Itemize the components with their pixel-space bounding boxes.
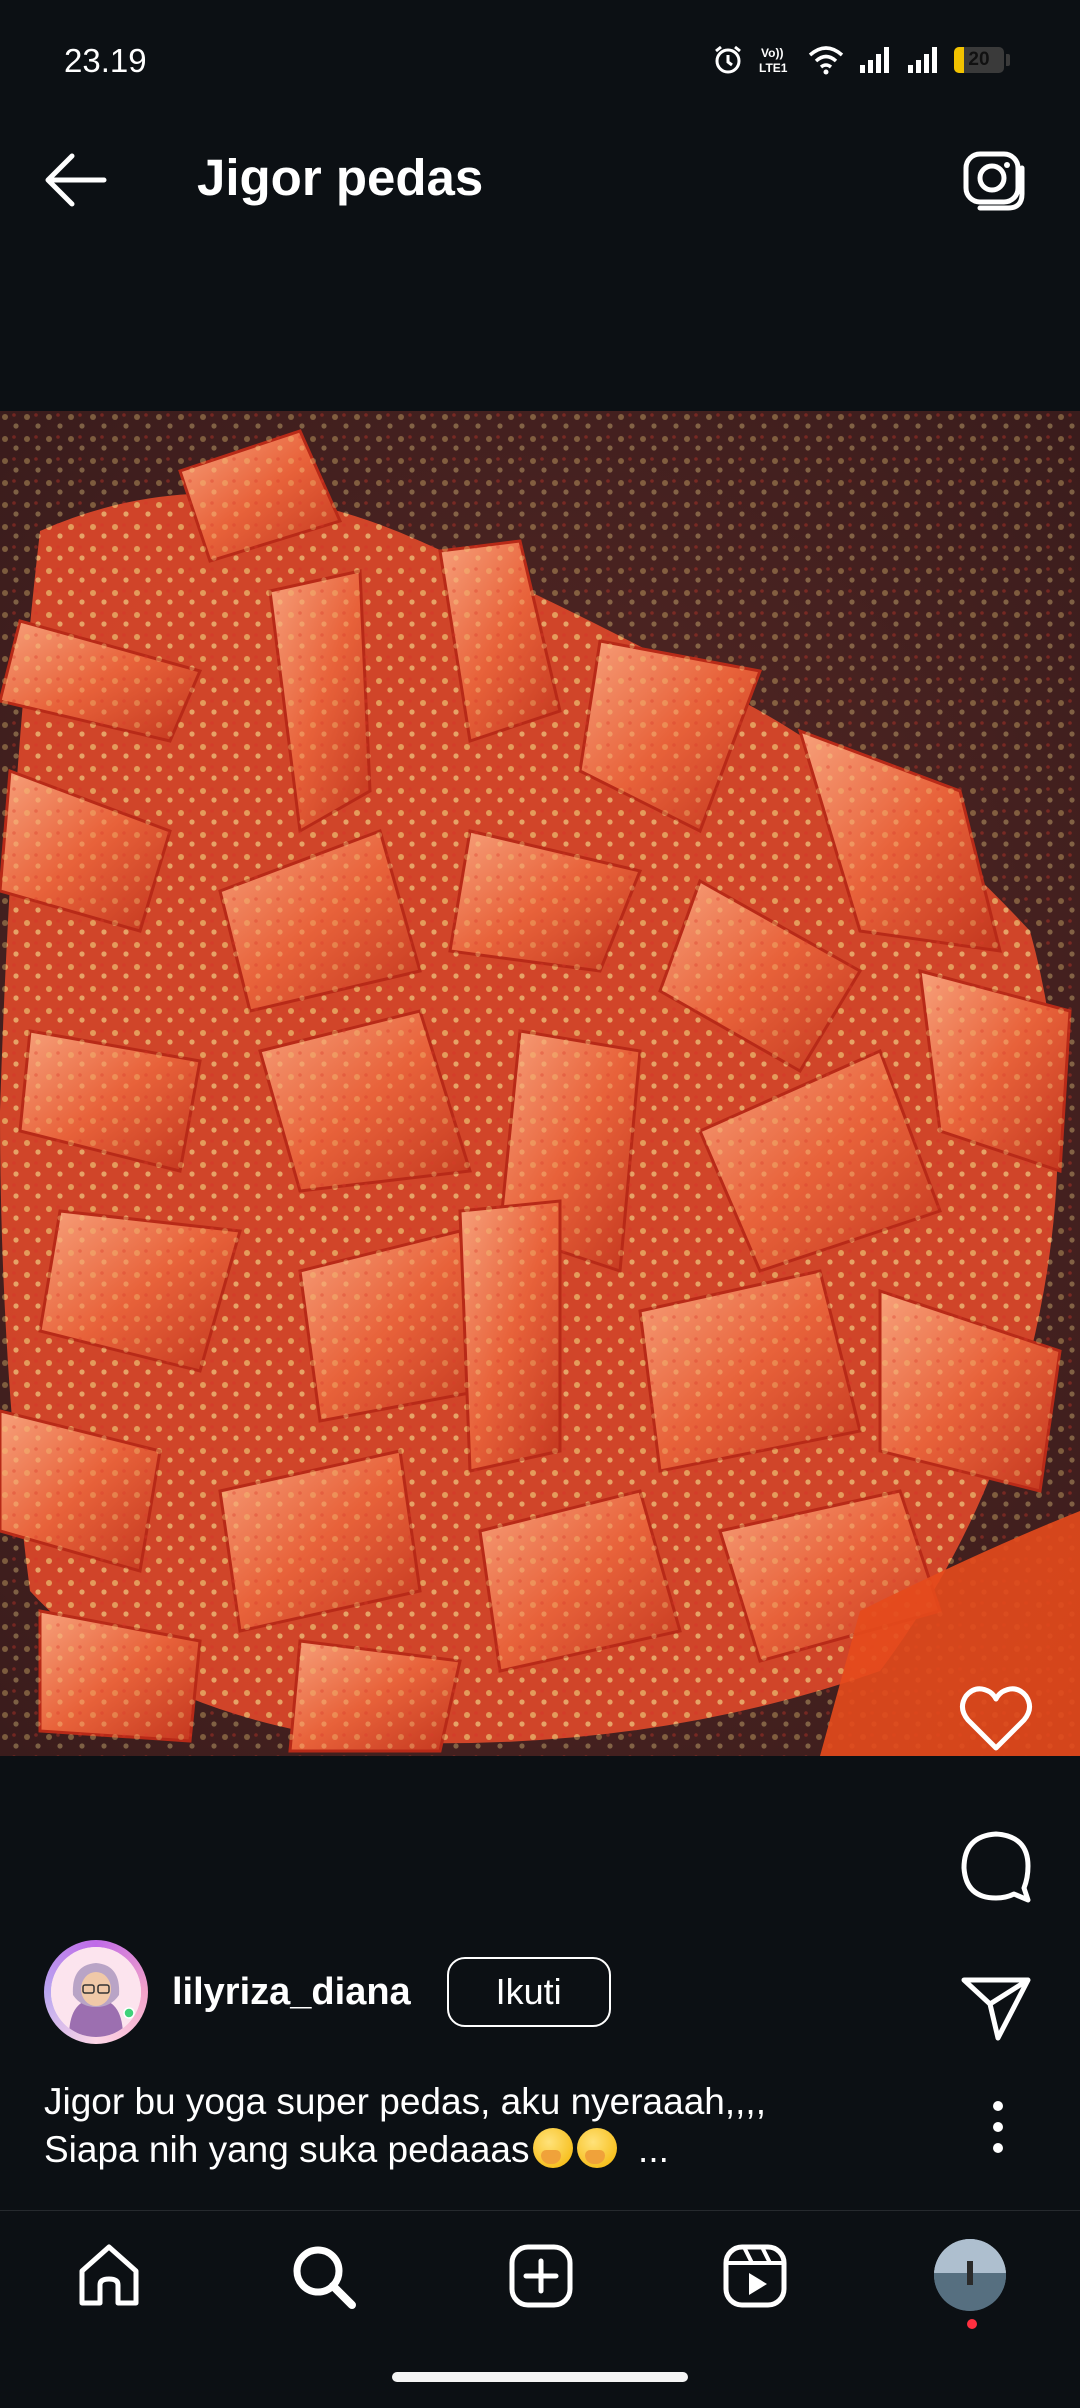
status-icons: Vo)) LTE1 20 xyxy=(712,44,1010,76)
caption-line-2: Siapa nih yang suka pedaaas ... xyxy=(44,2126,924,2174)
status-time: 23.19 xyxy=(64,42,147,79)
post-caption[interactable]: Jigor bu yoga super pedas, aku nyeraaah,… xyxy=(44,2078,924,2174)
caption-more[interactable]: ... xyxy=(638,2129,669,2170)
nav-profile[interactable] xyxy=(934,2239,1010,2329)
volte-icon: Vo)) LTE1 xyxy=(759,46,788,75)
battery-level: 20 xyxy=(968,49,990,70)
profile-avatar xyxy=(934,2239,1006,2311)
home-indicator[interactable] xyxy=(392,2372,688,2382)
nav-create[interactable] xyxy=(506,2241,576,2311)
comment-icon xyxy=(961,1831,1031,1903)
food-photo xyxy=(0,411,1080,1756)
author-avatar-image xyxy=(51,1947,141,2037)
follow-button[interactable]: Ikuti xyxy=(446,1957,611,2027)
caption-line-1: Jigor bu yoga super pedas, aku nyeraaah,… xyxy=(44,2081,766,2122)
signal-icon-1 xyxy=(860,47,889,73)
comment-button[interactable] xyxy=(956,1826,1036,1906)
camera-icon xyxy=(963,151,1025,211)
author-username[interactable]: lilyriza_diana xyxy=(172,1971,411,2014)
header: Jigor pedas xyxy=(0,100,1080,260)
caption-line-2-text: Siapa nih yang suka pedaaas xyxy=(44,2129,530,2170)
home-icon xyxy=(79,2244,139,2306)
nav-home[interactable] xyxy=(74,2241,144,2311)
notification-dot xyxy=(967,2319,977,2329)
hand-over-mouth-emoji-icon xyxy=(577,2128,618,2168)
status-bar: 23.19 Vo)) LTE1 20 xyxy=(0,0,1080,100)
signal-icon-2 xyxy=(908,47,937,73)
author-avatar[interactable] xyxy=(44,1940,148,2044)
nav-search[interactable] xyxy=(288,2241,358,2311)
page-title: Jigor pedas xyxy=(197,149,484,206)
like-button[interactable] xyxy=(956,1680,1036,1760)
more-vertical-icon xyxy=(993,2101,1003,2153)
back-arrow-icon xyxy=(45,153,107,207)
bottom-navigation xyxy=(0,2210,1080,2341)
post-image[interactable] xyxy=(0,411,1080,1756)
create-icon xyxy=(509,2244,573,2308)
heart-icon xyxy=(960,1686,1032,1751)
alarm-icon xyxy=(715,45,741,74)
hand-over-mouth-emoji-icon xyxy=(533,2128,574,2168)
reels-icon xyxy=(723,2244,787,2308)
share-button[interactable] xyxy=(956,1966,1036,2046)
search-icon xyxy=(293,2246,356,2309)
wifi-icon xyxy=(808,46,844,75)
camera-button[interactable] xyxy=(960,144,1028,212)
battery-icon: 20 xyxy=(954,47,1004,73)
svg-text:Vo)): Vo)) xyxy=(761,46,783,60)
back-button[interactable] xyxy=(42,150,110,210)
author-row: lilyriza_diana Ikuti xyxy=(44,1940,611,2044)
more-options-button[interactable] xyxy=(976,2092,1020,2162)
svg-text:LTE1: LTE1 xyxy=(759,61,788,75)
profile-avatar-image xyxy=(934,2239,1006,2311)
nav-reels[interactable] xyxy=(720,2241,790,2311)
send-icon xyxy=(961,1977,1031,2041)
